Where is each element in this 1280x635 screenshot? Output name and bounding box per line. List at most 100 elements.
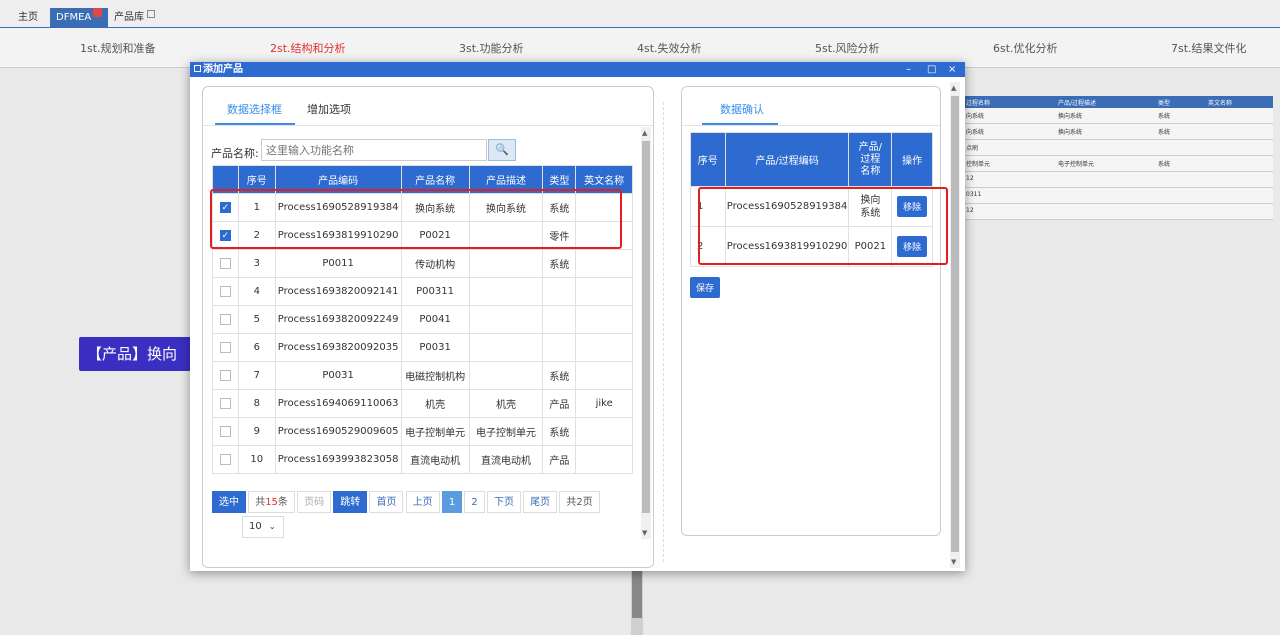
table-row[interactable]: 7 P0031 电磁控制机构 系统: [212, 361, 633, 390]
row-checkbox[interactable]: [219, 285, 231, 297]
table-row[interactable]: 8 Process1694069110063 机壳 机壳 产品 jike: [212, 389, 633, 418]
row-checkbox-cell: [212, 277, 239, 306]
scroll-down-icon[interactable]: ▼: [951, 558, 956, 566]
table-cell: 4: [237, 277, 276, 306]
row-checkbox[interactable]: [219, 425, 231, 437]
tab-home[interactable]: 主页: [12, 8, 44, 28]
bg-table-row: 12: [958, 172, 1273, 188]
step-4[interactable]: 4st.失效分析: [637, 40, 702, 56]
table-cell: Process1693820092035: [274, 333, 402, 362]
bg-header-cell: 类型: [1158, 100, 1171, 107]
tab-dfmea[interactable]: DFMEA: [50, 8, 109, 28]
table-row[interactable]: 9 Process1690529009605 电子控制单元 电子控制单元 系统: [212, 417, 633, 446]
table-row[interactable]: 4 Process1693820092141 P00311: [212, 277, 633, 306]
table-cell: [575, 333, 633, 362]
row-checkbox[interactable]: [219, 397, 231, 409]
row-checkbox[interactable]: [219, 313, 231, 325]
select-button[interactable]: 选中: [212, 491, 246, 513]
table-cell: P0041: [400, 305, 470, 334]
bg-table-cell: 系统: [1158, 129, 1171, 136]
add-product-dialog: 添加产品 – □ × 数据选择框 增加选项 产品名称: 🔍 序号 产品编码 产品…: [190, 62, 965, 571]
scroll-thumb[interactable]: [642, 141, 650, 513]
table-cell: [575, 445, 633, 474]
minimize-button[interactable]: –: [906, 62, 911, 77]
scroll-thumb[interactable]: [632, 570, 642, 618]
row-checkbox[interactable]: [219, 257, 231, 269]
table-cell: Process1693820092141: [274, 277, 402, 306]
header-cell: 操作: [891, 132, 933, 187]
scroll-up-icon[interactable]: ▲: [642, 129, 647, 137]
tab-data-select[interactable]: 数据选择框: [227, 101, 282, 117]
row-checkbox[interactable]: [219, 341, 231, 353]
first-page-button[interactable]: 首页: [369, 491, 404, 513]
table-cell: 3: [237, 249, 276, 278]
scroll-down-icon[interactable]: ▼: [642, 529, 647, 537]
table-cell: [542, 277, 577, 306]
table-cell: [542, 305, 577, 334]
tab-data-confirm[interactable]: 数据确认: [720, 101, 764, 117]
row-checkbox[interactable]: [219, 453, 231, 465]
close-icon[interactable]: [93, 8, 103, 17]
tab-product-library[interactable]: 产品库: [108, 8, 161, 28]
maximize-button[interactable]: □: [927, 62, 936, 77]
next-page-button[interactable]: 下页: [486, 491, 521, 513]
selection-panel: 数据选择框 增加选项 产品名称: 🔍 序号 产品编码 产品名称 产品描述 类型 …: [202, 86, 654, 568]
step-7[interactable]: 7st.结果文件化: [1171, 40, 1247, 56]
save-button[interactable]: 保存: [690, 277, 721, 298]
background-scrollbar[interactable]: [631, 570, 643, 635]
page-number-input[interactable]: 页码: [297, 491, 332, 513]
header-cell: 序号: [690, 132, 726, 187]
row-checkbox-cell: [212, 333, 239, 362]
dialog-scrollbar[interactable]: ▲ ▼: [950, 82, 960, 568]
refresh-icon[interactable]: [147, 10, 155, 18]
step-2[interactable]: 2st.结构和分析: [270, 40, 346, 56]
row-checkbox[interactable]: [219, 369, 231, 381]
bg-table-row: 向系统 换向系统 系统: [958, 108, 1273, 124]
step-5[interactable]: 5st.风险分析: [815, 40, 880, 56]
search-button[interactable]: 🔍: [488, 139, 516, 161]
step-3[interactable]: 3st.功能分析: [459, 40, 524, 56]
table-cell: Process1694069110063: [274, 389, 402, 418]
last-page-button[interactable]: 尾页: [523, 491, 558, 513]
step-6[interactable]: 6st.优化分析: [993, 40, 1058, 56]
table-cell: 9: [237, 417, 276, 446]
table-row[interactable]: 10 Process1693993823058 直流电动机 直流电动机 产品: [212, 445, 633, 474]
table-row[interactable]: 6 Process1693820092035 P0031: [212, 333, 633, 362]
table-cell: 6: [237, 333, 276, 362]
page-size-select[interactable]: 10 ⌄: [242, 516, 284, 538]
bg-table-cell: 0311: [966, 191, 982, 198]
row-checkbox-cell: [212, 361, 239, 390]
window-icon: [194, 65, 201, 72]
step-1[interactable]: 1st.规划和准备: [80, 40, 156, 56]
tab-add-option[interactable]: 增加选项: [307, 101, 351, 117]
bg-table-cell: 12: [966, 207, 974, 214]
table-row[interactable]: 5 Process1693820092249 P0041: [212, 305, 633, 334]
table-cell: 直流电动机: [468, 445, 544, 474]
tab-product-library-label: 产品库: [114, 12, 144, 23]
tab-dfmea-label: DFMEA: [56, 12, 92, 23]
bg-table-cell: 系统: [1158, 161, 1171, 168]
row-checkbox-cell: [212, 417, 239, 446]
table-cell: P0031: [274, 361, 402, 390]
bg-table-row: 0311: [958, 188, 1273, 204]
product-banner: 【产品】换向: [79, 337, 199, 371]
search-input[interactable]: [261, 139, 487, 161]
row-checkbox-cell: [212, 389, 239, 418]
jump-button[interactable]: 跳转: [333, 491, 368, 513]
close-button[interactable]: ×: [948, 62, 956, 77]
table-row[interactable]: 3 P0011 传动机构 系统: [212, 249, 633, 278]
table-cell: [575, 361, 633, 390]
page-1-button[interactable]: 1: [441, 491, 463, 513]
table-cell: 7: [237, 361, 276, 390]
prev-page-button[interactable]: 上页: [405, 491, 440, 513]
scroll-up-icon[interactable]: ▲: [951, 84, 956, 92]
table-cell: jike: [575, 389, 633, 418]
page-2-button[interactable]: 2: [464, 491, 485, 513]
table-cell: [575, 305, 633, 334]
scroll-thumb[interactable]: [951, 96, 959, 552]
table-cell: 系统: [542, 417, 577, 446]
left-scrollbar[interactable]: ▲ ▼: [641, 127, 651, 539]
chevron-down-icon: ⌄: [268, 522, 276, 531]
table-cell: 机壳: [400, 389, 470, 418]
row-checkbox-cell: [212, 249, 239, 278]
